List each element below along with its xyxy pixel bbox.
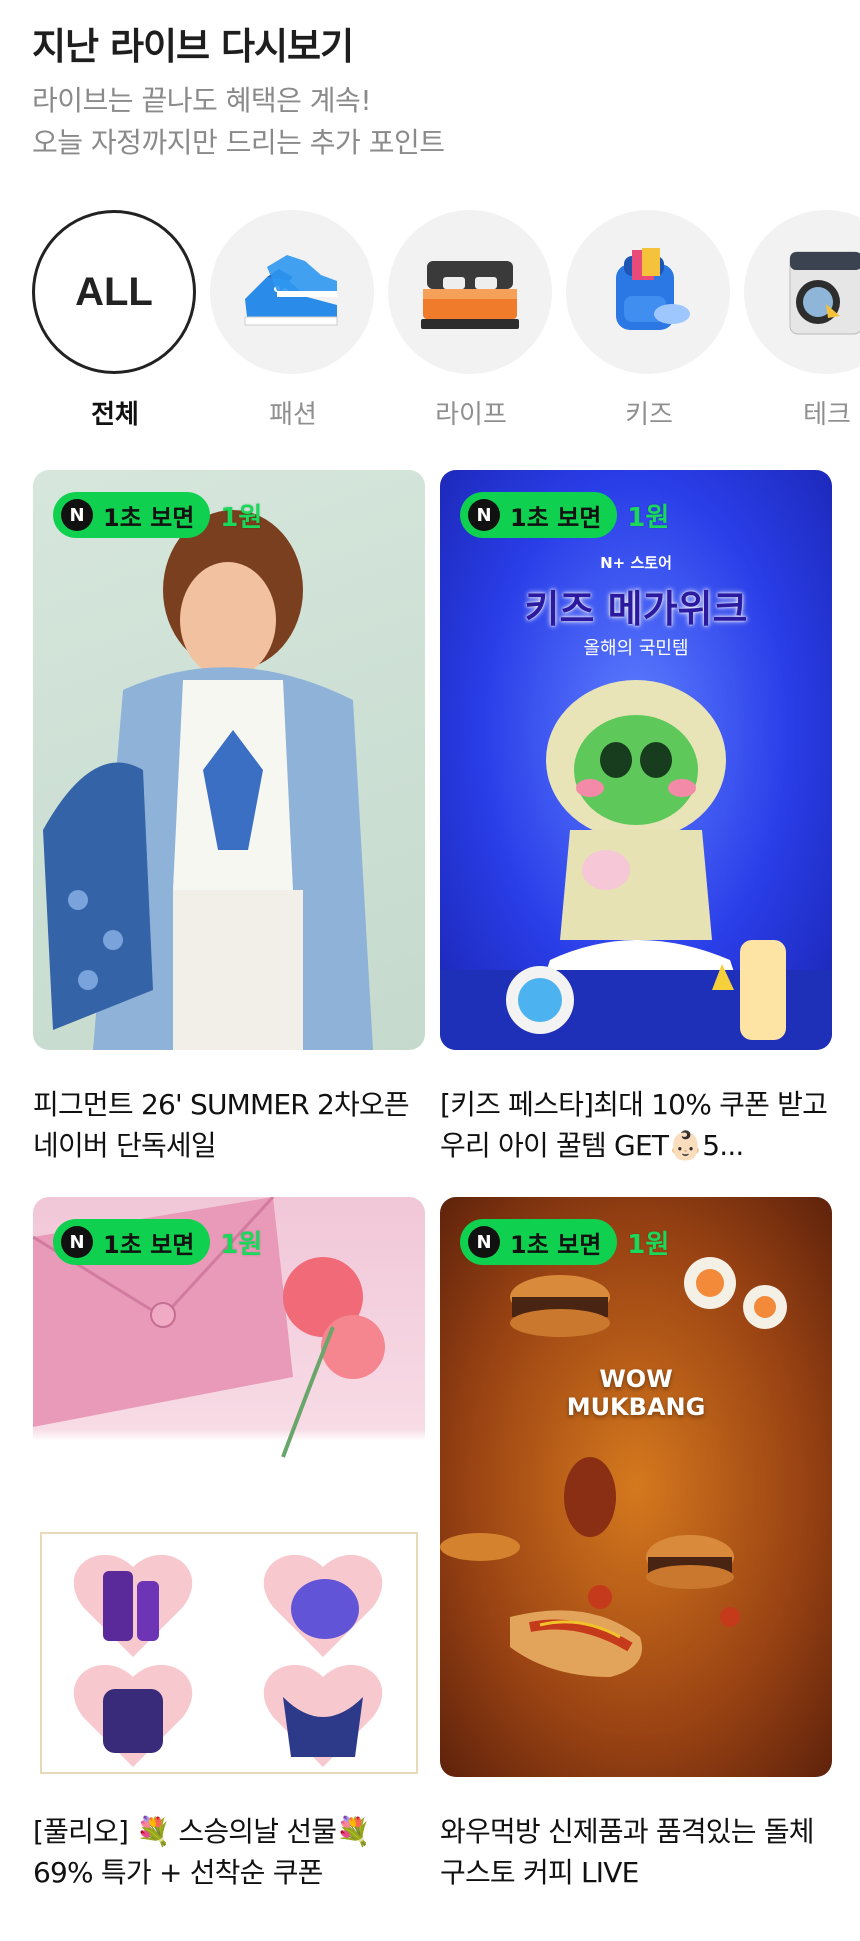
subtitle-line-2: 오늘 자정까지만 드리는 추가 포인트 — [32, 126, 445, 159]
badge-label: 1초 보면 — [103, 503, 195, 532]
category-label: 패션 — [269, 400, 317, 430]
category-label: 전체 — [91, 400, 139, 430]
category-tech[interactable]: 테크 — [744, 210, 860, 430]
gift-products-illustration — [33, 1197, 418, 1774]
category-kids-circle[interactable] — [566, 210, 730, 374]
naver-n-icon: N — [61, 499, 93, 531]
reward-badge: N 1초 보면 1원 — [53, 1219, 262, 1265]
badge-reward: 1원 — [220, 502, 263, 533]
mascot-illustration — [440, 680, 832, 1050]
backpack-icon — [616, 248, 690, 330]
category-kids[interactable]: 키즈 — [566, 210, 732, 430]
live-card[interactable]: N 1초 보면 1원 피그먼트 26' SUMMER 2차오픈 네이버 단독세일 — [33, 470, 425, 1166]
reward-badge: N 1초 보면 1원 — [460, 1219, 669, 1265]
category-fashion[interactable]: 패션 — [210, 210, 376, 430]
card-title[interactable]: 피그먼트 26' SUMMER 2차오픈 네이버 단독세일 — [33, 1084, 425, 1166]
category-label: 라이프 — [435, 400, 507, 430]
badge-label: 1초 보면 — [510, 1230, 602, 1259]
badge-reward: 1원 — [627, 1229, 670, 1260]
card-title[interactable]: [풀리오] 💐 스승의날 선물💐 69% 특가 + 선착순 쿠폰 — [33, 1811, 425, 1893]
all-icon-text: ALL — [75, 269, 153, 314]
category-label: 키즈 — [625, 400, 673, 430]
section-subtitle: 라이브는 끝나도 혜택은 계속! 오늘 자정까지만 드리는 추가 포인트 — [32, 80, 445, 164]
badge-label: 1초 보면 — [103, 1230, 195, 1259]
live-card[interactable]: N 1초 보면 1원 WOW MUKBANG 와우먹방 신제품과 품격있는 돌체구… — [440, 1197, 832, 1893]
naver-n-icon: N — [61, 1226, 93, 1258]
category-label: 테크 — [803, 400, 851, 430]
badge-reward: 1원 — [220, 1229, 263, 1260]
badge-reward: 1원 — [627, 502, 670, 533]
live-card[interactable]: N 1초 보면 1원 N+ 스토어 키즈 메가위크 올해의 국민템 [키즈 페스타… — [440, 470, 832, 1166]
badge-label: 1초 보면 — [510, 503, 602, 532]
category-filter: ALL 전체 패션 라이프 키즈 테크 — [32, 210, 860, 430]
food-illustration — [440, 1257, 787, 1677]
washing-machine-icon — [789, 251, 860, 335]
card-thumbnail[interactable]: N 1초 보면 1원 — [33, 1197, 425, 1777]
model-photo — [43, 510, 373, 1050]
category-tech-circle[interactable] — [744, 210, 860, 374]
subtitle-line-1: 라이브는 끝나도 혜택은 계속! — [32, 84, 372, 117]
category-fashion-circle[interactable] — [210, 210, 374, 374]
sneakers-icon — [244, 255, 338, 326]
card-thumbnail[interactable]: N 1초 보면 1원 N+ 스토어 키즈 메가위크 올해의 국민템 — [440, 470, 832, 1050]
category-life[interactable]: 라이프 — [388, 210, 554, 430]
category-all-circle[interactable]: ALL — [32, 210, 196, 374]
reward-badge: N 1초 보면 1원 — [53, 492, 262, 538]
card-title[interactable]: 와우먹방 신제품과 품격있는 돌체구스토 커피 LIVE — [440, 1811, 832, 1893]
reward-badge: N 1초 보면 1원 — [460, 492, 669, 538]
category-all[interactable]: ALL 전체 — [32, 210, 198, 430]
naver-n-icon: N — [468, 499, 500, 531]
naver-n-icon: N — [468, 1226, 500, 1258]
category-life-circle[interactable] — [388, 210, 552, 374]
section-title: 지난 라이브 다시보기 — [32, 25, 354, 68]
bed-icon — [421, 261, 519, 329]
card-thumbnail[interactable]: N 1초 보면 1원 WOW MUKBANG — [440, 1197, 832, 1777]
card-thumbnail[interactable]: N 1초 보면 1원 — [33, 470, 425, 1050]
live-card[interactable]: N 1초 보면 1원 [풀리오] 💐 스승의날 선물💐 69% 특가 + 선착순 … — [33, 1197, 425, 1893]
card-title[interactable]: [키즈 페스타]최대 10% 쿠폰 받고 우리 아이 꿀템 GET👶🏻5... — [440, 1084, 832, 1166]
